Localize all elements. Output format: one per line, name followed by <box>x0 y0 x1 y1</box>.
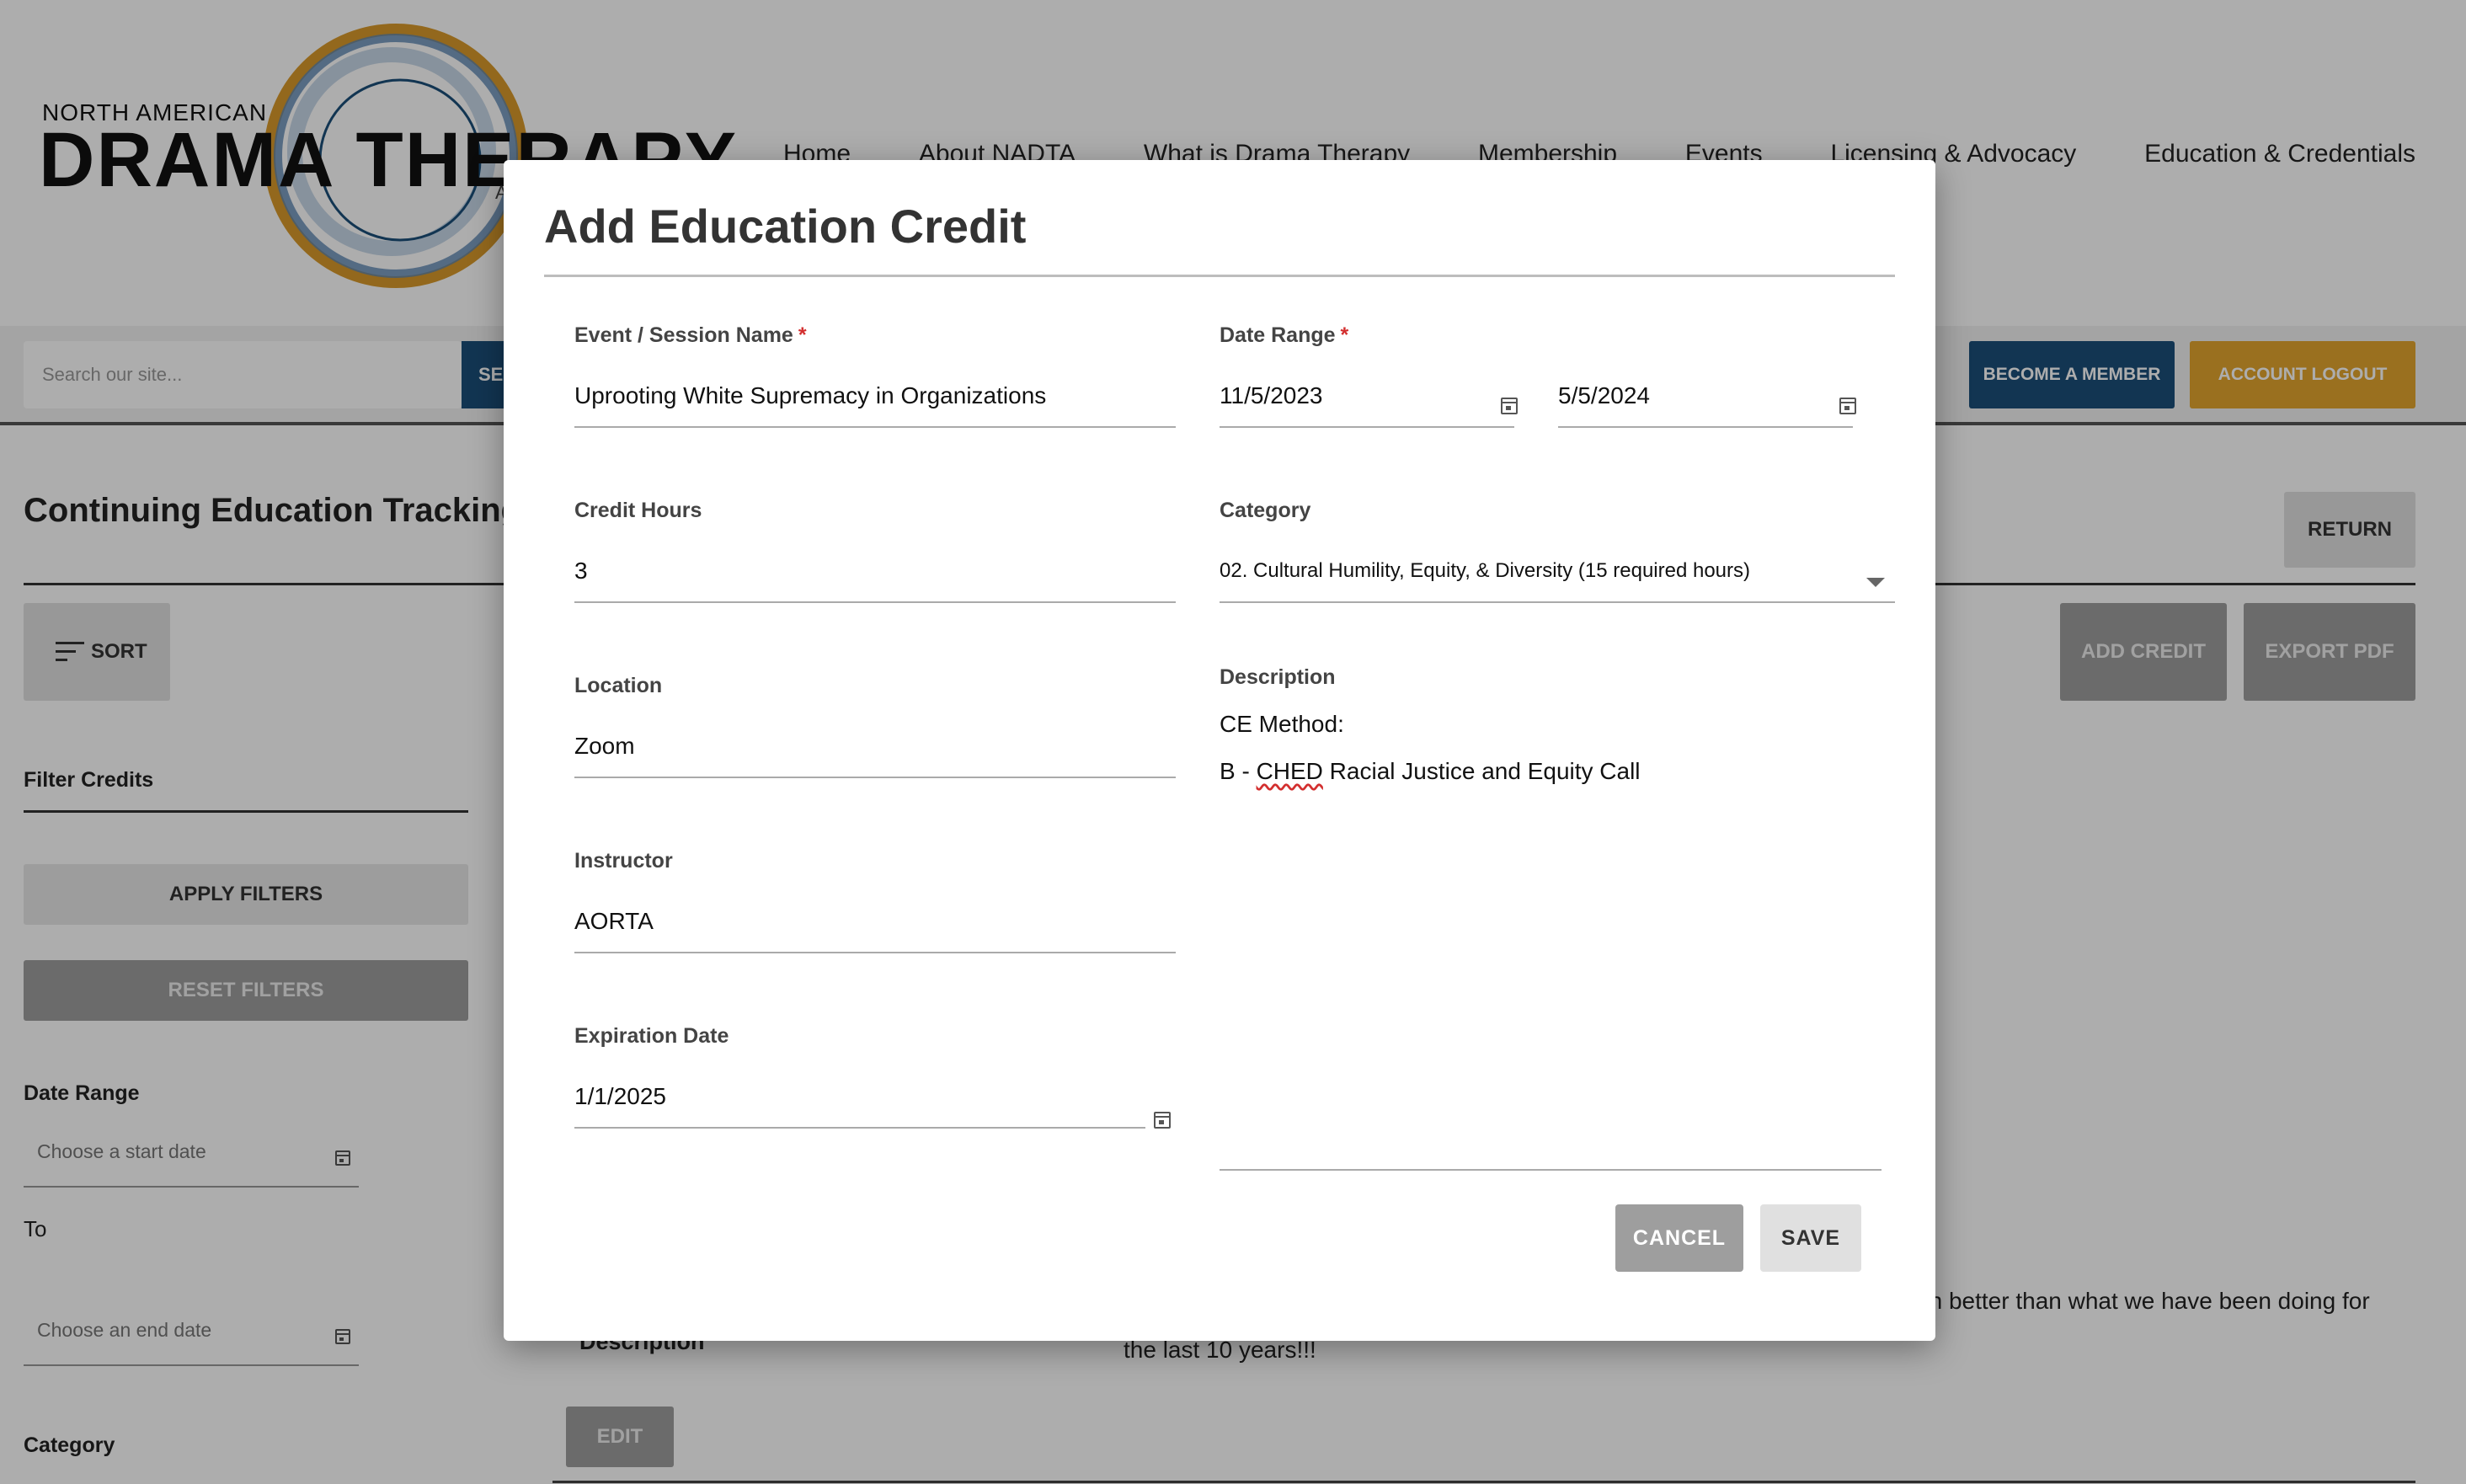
dialog-title-divider <box>544 275 1895 277</box>
instructor-label: Instructor <box>574 849 673 873</box>
date-end-value: 5/5/2024 <box>1558 382 1650 408</box>
instructor-input[interactable]: AORTA <box>574 899 1176 953</box>
description-label: Description <box>1220 665 1336 689</box>
category-select[interactable]: 02. Cultural Humility, Equity, & Diversi… <box>1220 549 1895 603</box>
category-selected-value: 02. Cultural Humility, Equity, & Diversi… <box>1220 559 1750 582</box>
credit-hours-input[interactable]: 3 <box>574 549 1176 603</box>
description-line-2-suffix: Racial Justice and Equity Call <box>1322 758 1641 784</box>
date-range-label-text: Date Range <box>1220 323 1336 347</box>
date-range-end-input[interactable]: 5/5/2024 <box>1558 374 1856 428</box>
dialog-title: Add Education Credit <box>544 200 1027 253</box>
calendar-icon[interactable] <box>1839 398 1856 414</box>
chevron-down-icon[interactable] <box>1866 578 1885 587</box>
required-marker: * <box>1340 323 1349 347</box>
save-button[interactable]: SAVE <box>1760 1204 1861 1272</box>
calendar-icon[interactable] <box>1501 398 1518 414</box>
expiration-date-value: 1/1/2025 <box>574 1083 666 1109</box>
expiration-date-input[interactable]: 1/1/2025 <box>574 1075 1145 1129</box>
location-input[interactable]: Zoom <box>574 724 1176 778</box>
description-textarea[interactable]: CE Method: B - CHED Racial Justice and E… <box>1220 699 1882 1171</box>
date-range-label: Date Range * <box>1220 323 1348 348</box>
event-name-label: Event / Session Name * <box>574 323 807 348</box>
expiration-date-label: Expiration Date <box>574 1024 729 1048</box>
event-name-label-text: Event / Session Name <box>574 323 793 347</box>
cancel-button[interactable]: CANCEL <box>1615 1204 1743 1272</box>
description-line-2-prefix: B - <box>1220 758 1257 784</box>
description-line-1: CE Method: <box>1220 711 1344 737</box>
calendar-icon[interactable] <box>1154 1112 1171 1129</box>
spellcheck-word: CHED <box>1256 758 1323 784</box>
description-line-2: B - CHED Racial Justice and Equity Call <box>1220 758 1882 785</box>
location-label: Location <box>574 674 663 697</box>
date-range-start-input[interactable]: 11/5/2023 <box>1220 374 1518 428</box>
required-marker: * <box>798 323 807 347</box>
event-name-input[interactable]: Uprooting White Supremacy in Organizatio… <box>574 374 1176 428</box>
category-label: Category <box>1220 499 1311 522</box>
date-start-value: 11/5/2023 <box>1220 382 1323 408</box>
credit-hours-label: Credit Hours <box>574 499 702 522</box>
add-education-credit-dialog: Add Education Credit Event / Session Nam… <box>504 160 1935 1341</box>
